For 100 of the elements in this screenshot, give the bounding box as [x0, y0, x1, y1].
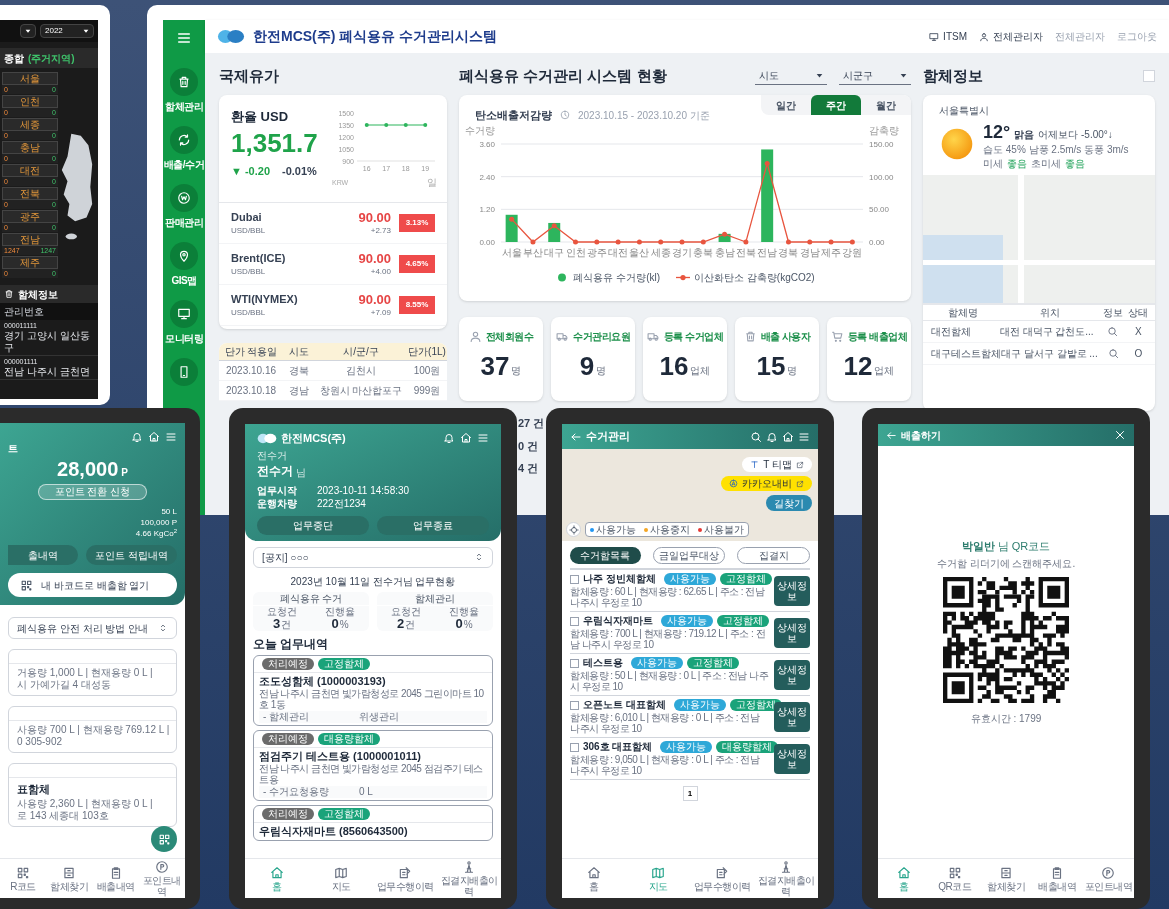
region-dropdown[interactable]: 시도 — [755, 67, 827, 85]
nav-tab[interactable]: 업무수행이력 — [373, 865, 437, 892]
truck-icon — [556, 330, 569, 343]
nav-tab[interactable]: 포인트내역 — [138, 860, 185, 897]
exchange-percent: -0.01% — [282, 163, 317, 179]
checkbox[interactable] — [570, 574, 579, 584]
nav-tab[interactable]: 홈 — [878, 865, 930, 892]
bell-icon[interactable] — [131, 431, 143, 443]
close-icon[interactable] — [1114, 429, 1126, 441]
stat-value: 15 — [756, 352, 786, 380]
detail-button[interactable]: 상세정보 — [774, 743, 810, 774]
header-link[interactable]: 로그아웃 — [1117, 29, 1157, 44]
map-app-button[interactable]: 카카오내비 — [721, 476, 812, 491]
table-cell-text: 2023.10.18 — [224, 384, 278, 398]
sidebar-item[interactable] — [170, 358, 198, 386]
back-icon[interactable] — [886, 429, 897, 441]
axis-tick-label: 인천 — [565, 246, 586, 258]
summary-unit: % — [463, 618, 473, 631]
nav-tab[interactable]: 지도 — [626, 865, 690, 892]
checkbox[interactable] — [570, 616, 579, 626]
nav-tab[interactable]: 홈 — [245, 865, 309, 892]
work-button[interactable]: 업무중단 — [257, 515, 369, 535]
home-icon[interactable] — [148, 431, 160, 443]
detail-button[interactable]: 상세정보 — [774, 575, 810, 606]
year-dropdown[interactable]: 2022 — [40, 24, 94, 38]
weather-compare: 어제보다 -5.00°↓ — [1038, 128, 1113, 142]
bin-details: 거용량 1,000 L | 현재용량 0 L | — [17, 667, 154, 679]
region-dropdown[interactable]: 시군구 — [839, 67, 911, 85]
nav-tab[interactable]: 집결지배출이력 — [754, 860, 818, 897]
legend-label: 폐식용유 수거량(kl) — [573, 270, 661, 285]
nav-tab[interactable]: 배출내역 — [92, 865, 139, 892]
dropdown[interactable] — [20, 24, 36, 38]
nav-tab[interactable]: 포인트내역 — [1082, 865, 1134, 892]
work-button[interactable]: 업무종료 — [377, 515, 489, 535]
period-tab[interactable]: 일간 — [761, 95, 811, 115]
checkbox[interactable] — [570, 658, 579, 668]
table-cell-text: X — [1133, 325, 1143, 339]
directions-button[interactable]: 길찾기 — [766, 495, 812, 511]
convert-points-button[interactable]: 포인트 전환 신청 — [37, 484, 148, 500]
nav-tab[interactable]: 지도 — [309, 865, 373, 892]
menu-icon[interactable] — [477, 432, 489, 445]
menu-icon[interactable] — [165, 431, 177, 443]
notice-dropdown[interactable]: [공지] ○○○ — [253, 546, 493, 568]
column-header: 시/군/구 — [342, 345, 380, 359]
sidebar-item[interactable]: 판매관리 — [165, 184, 203, 230]
search-icon[interactable] — [1107, 348, 1119, 359]
table-cell-text: 경남 — [288, 384, 310, 398]
header-link[interactable]: 전체관리자 — [979, 29, 1043, 44]
detail-button[interactable]: 상세정보 — [774, 617, 810, 648]
oil-price: 90.00 — [358, 291, 391, 307]
menu-icon[interactable] — [798, 430, 810, 443]
nav-tab[interactable]: R코드 — [0, 865, 47, 892]
period-tab[interactable]: 월간 — [861, 95, 911, 115]
nav-tab[interactable]: 집결지배출이력 — [437, 860, 501, 897]
history-button[interactable]: 출내역 — [8, 545, 78, 565]
nav-tab[interactable]: 업무수행이력 — [690, 865, 754, 892]
nav-tab[interactable]: 홈 — [562, 865, 626, 892]
nav-tab[interactable]: 배출내역 — [1031, 865, 1083, 892]
bell-icon[interactable] — [443, 432, 455, 445]
header-link[interactable]: 전체관리자 — [1055, 29, 1105, 44]
search-icon[interactable] — [1107, 326, 1119, 337]
screen-title: 배출하기 — [901, 428, 941, 443]
search-icon[interactable] — [750, 430, 762, 443]
home-icon[interactable] — [460, 432, 472, 445]
menu-icon[interactable] — [176, 30, 192, 46]
checkbox[interactable] — [570, 742, 579, 752]
chart-point — [658, 239, 664, 244]
chart-point — [807, 239, 813, 244]
header-link[interactable]: ITSM — [929, 29, 967, 44]
checkbox[interactable] — [570, 700, 579, 710]
nav-tab[interactable]: 함체찾기 — [980, 865, 1032, 892]
region-label: 충남 — [2, 141, 58, 154]
sun-icon — [939, 126, 975, 162]
notice-dropdown[interactable]: 폐식용유 안전 처리 방법 안내 — [8, 617, 177, 639]
region-label: 인천 — [2, 95, 58, 108]
cabinet-icon — [999, 865, 1013, 880]
section-title: 오늘 업무내역 — [253, 635, 330, 653]
qr-scan-button[interactable] — [151, 826, 177, 852]
bell-icon[interactable] — [766, 430, 778, 443]
sidebar-item[interactable]: 모니터링 — [165, 300, 203, 346]
home-icon[interactable] — [782, 430, 794, 443]
stat-unit: 업체 — [874, 364, 895, 378]
detail-button[interactable]: 상세정보 — [774, 659, 810, 690]
map-app-button[interactable]: T 티맵 — [742, 457, 812, 472]
detail-button[interactable]: 상세정보 — [774, 701, 810, 732]
page-button[interactable]: 1 — [682, 786, 698, 801]
sidebar-item[interactable]: 배출/수거 — [163, 126, 205, 172]
info-label: 업무시작 — [257, 483, 298, 497]
period-tab[interactable]: 주간 — [811, 95, 861, 115]
table-cell-text: 2023.10.16 — [224, 364, 278, 378]
list-tab[interactable]: 수거함목록 — [570, 547, 641, 564]
nav-tab[interactable]: 함체찾기 — [46, 865, 93, 892]
section-title: 폐식용유 수거관리 시스템 현황 — [459, 65, 667, 86]
sidebar-item[interactable]: 함체관리 — [165, 68, 203, 114]
open-bin-button[interactable]: 내 바코드로 배출함 열기 — [8, 573, 177, 597]
history-button[interactable]: 포인트 적립내역 — [86, 545, 177, 565]
nav-tab[interactable]: QR코드 — [929, 865, 981, 892]
axis-label: 일 — [427, 177, 437, 187]
temperature: 12° — [983, 122, 1011, 142]
locate-button[interactable] — [566, 522, 581, 537]
